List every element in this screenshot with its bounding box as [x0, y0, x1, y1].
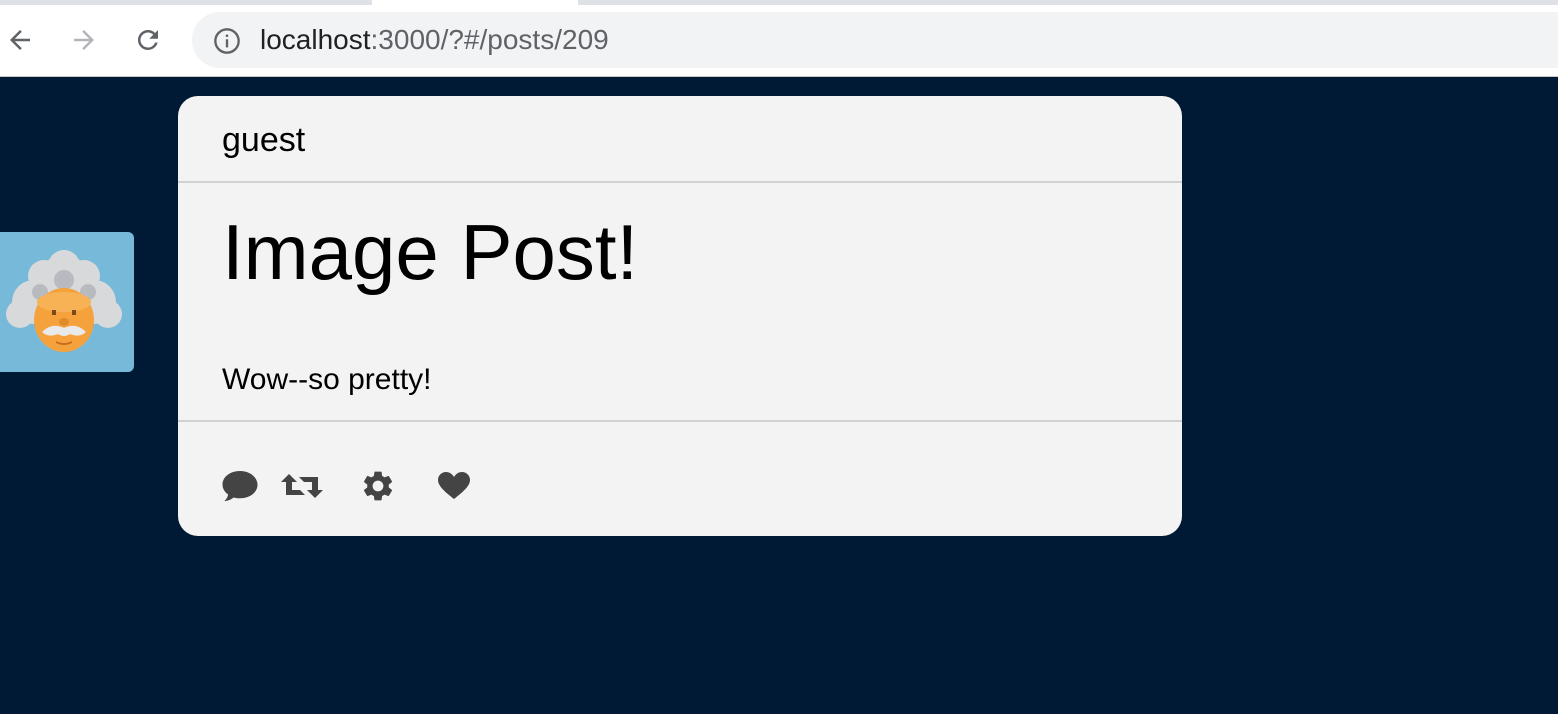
retweet-icon: [281, 474, 323, 498]
retweet-button[interactable]: [278, 464, 326, 508]
reload-icon: [137, 29, 158, 50]
url-host: localhost: [260, 24, 371, 55]
post-username[interactable]: guest: [222, 120, 305, 160]
active-tab[interactable]: [372, 0, 578, 5]
einstein-avatar-icon: [6, 250, 122, 352]
back-button[interactable]: [2, 22, 38, 58]
url-path: :3000/?#/posts/209: [370, 24, 609, 55]
comment-button[interactable]: [220, 464, 260, 508]
forward-button[interactable]: [66, 22, 102, 58]
browser-toolbar: localhost:3000/?#/posts/209: [0, 0, 1558, 77]
avatar[interactable]: [0, 232, 134, 372]
reload-button[interactable]: [130, 22, 166, 58]
post-header: guest: [178, 96, 1182, 183]
post-title: Image Post!: [222, 208, 639, 296]
arrow-right-icon: [74, 30, 94, 50]
url-text[interactable]: localhost:3000/?#/posts/209: [260, 24, 609, 56]
arrow-left-icon: [10, 30, 30, 50]
gear-icon: [363, 471, 393, 501]
post-body: Wow--so pretty!: [222, 363, 432, 396]
like-button[interactable]: [434, 464, 474, 508]
info-icon[interactable]: [213, 27, 241, 55]
comment-icon: [222, 471, 258, 502]
settings-button[interactable]: [358, 464, 398, 508]
tab-strip: [0, 0, 1558, 5]
post-card: guest Image Post! Wow--so pretty!: [178, 96, 1182, 536]
address-bar[interactable]: localhost:3000/?#/posts/209: [192, 12, 1558, 68]
heart-icon: [438, 472, 470, 499]
post-divider: [178, 420, 1182, 422]
